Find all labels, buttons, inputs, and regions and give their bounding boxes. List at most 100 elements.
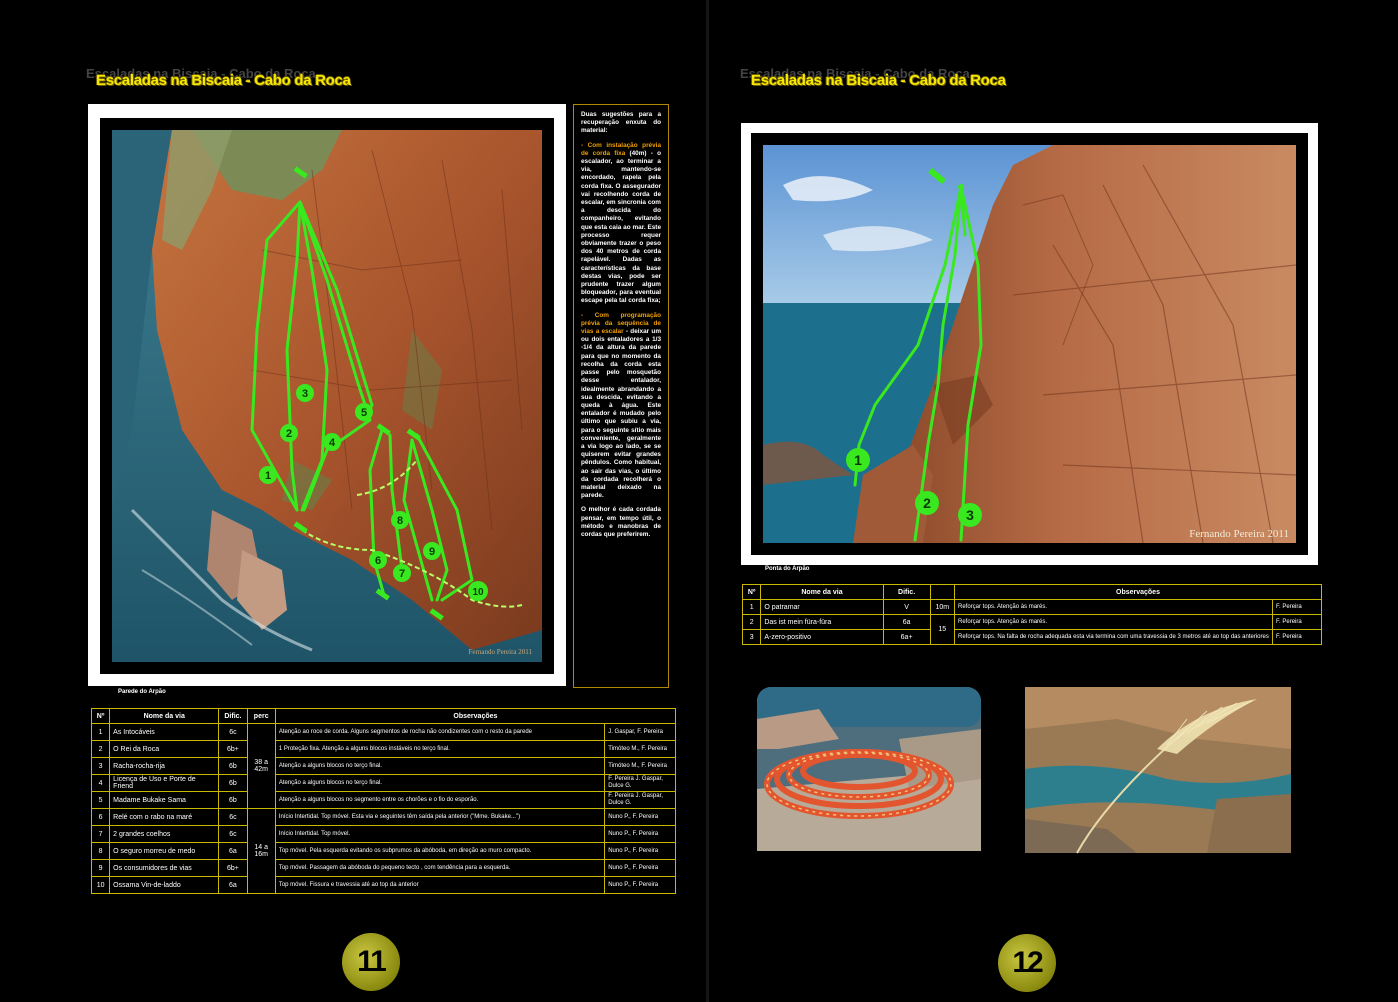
svg-text:2: 2 bbox=[286, 428, 292, 440]
route-authors: J. Gaspar, F. Pereira bbox=[604, 723, 676, 741]
sidebar-notes: Duas sugestões para a recuperação enxuta… bbox=[573, 104, 669, 688]
route-length: 14 a 16m bbox=[246, 808, 276, 894]
route-observations: Top móvel. Passagem da abóboda do pequen… bbox=[274, 859, 606, 877]
route-number: 1 bbox=[741, 599, 762, 615]
route-observations: 1 Proteção fixa. Atenção a alguns blocos… bbox=[274, 740, 606, 758]
route-number: 9 bbox=[90, 859, 111, 877]
route-grade: 6b bbox=[218, 774, 248, 792]
route-observations: Atenção a alguns blocos no terço final. bbox=[274, 774, 606, 792]
route-number: 3 bbox=[741, 629, 762, 645]
table-row: 2O Rei da Roca 6b+ 1 Proteção fixa. Atençã… bbox=[90, 740, 676, 758]
route-marker-3: 3 bbox=[296, 384, 314, 402]
route-marker-2: 2 bbox=[915, 491, 939, 515]
col-header-name: Nome da via bbox=[760, 584, 884, 600]
table-row: 4 Licença de Uso e Porte de Friend 6b Atenç… bbox=[90, 774, 676, 792]
route-number: 1 bbox=[90, 723, 111, 741]
route-grade: 6a bbox=[218, 876, 248, 894]
wall-illustration: 1 2 3 4 5 6 7 8 9 10 Fernando Pereira 20… bbox=[112, 130, 542, 662]
col-header-number: Nº bbox=[741, 584, 762, 600]
route-grade: 6a bbox=[882, 614, 931, 630]
route-name: Relé com o rabo na maré bbox=[109, 808, 220, 826]
table-row: 1 As Intocáveis 6c 38 a 42m Atenção ao roce … bbox=[90, 723, 676, 809]
route-authors: Timóteo M., F. Pereira bbox=[604, 740, 676, 758]
table-row: 9 Os consumidores de vias 6b+ Top móvel. Pa… bbox=[90, 859, 676, 877]
route-authors: Nuno P., F. Pereira bbox=[604, 842, 676, 860]
route-marker-5: 5 bbox=[355, 403, 373, 421]
route-observations: Reforçar tops. Atenção às marés. bbox=[953, 599, 1274, 615]
route-number: 8 bbox=[90, 842, 111, 860]
route-authors: Nuno P., F. Pereira bbox=[604, 859, 676, 877]
route-authors: Nuno P., F. Pereira bbox=[604, 808, 676, 826]
route-length: 15 bbox=[929, 614, 956, 645]
route-number: 10 bbox=[90, 876, 111, 894]
svg-text:7: 7 bbox=[399, 568, 405, 580]
route-grade: 6b bbox=[218, 757, 248, 775]
wall-photo-ponta-arpao: 1 2 3 Fernando Pereira 2011 bbox=[763, 145, 1296, 543]
route-name: As Intocáveis bbox=[109, 723, 220, 741]
svg-text:2: 2 bbox=[923, 495, 931, 511]
route-length: 38 a 42m bbox=[246, 723, 276, 809]
route-authors: Nuno P., F. Pereira bbox=[604, 876, 676, 894]
photo-watermark: Fernando Pereira 2011 bbox=[1189, 528, 1289, 540]
route-number: 4 bbox=[90, 774, 111, 792]
route-authors: F. Pereira bbox=[1272, 629, 1322, 645]
wall-illustration: 1 2 3 Fernando Pereira 2011 bbox=[763, 145, 1296, 543]
table-header-row: Nº Nome da via Dific. perc Observações bbox=[90, 708, 677, 724]
table-row: 10 Ossama Vin-de-laddo 6a Top móvel. Fissur… bbox=[90, 876, 676, 894]
sidebar-paragraph-2: - Com programação prévia da sequência de… bbox=[581, 311, 662, 500]
route-number: 2 bbox=[741, 614, 762, 630]
table-row: 6 Relé com o rabo na maré 6c 14 a 16m Início… bbox=[90, 808, 676, 894]
table-header-row: Nº Nome da via Dific. Observações bbox=[741, 584, 1322, 600]
route-marker-8: 8 bbox=[391, 511, 409, 529]
page-number-badge: 12 bbox=[998, 934, 1056, 992]
svg-text:9: 9 bbox=[429, 546, 435, 558]
route-observations: Atenção a alguns blocos no terço final. bbox=[274, 757, 606, 775]
route-name: Das ist mein füra-füra bbox=[760, 614, 884, 630]
route-name: O Rei da Roca bbox=[109, 740, 220, 758]
route-number: 7 bbox=[90, 825, 111, 843]
route-grade: V bbox=[882, 599, 931, 615]
col-header-observations: Observações bbox=[274, 708, 677, 724]
col-header-grade: Dific. bbox=[218, 708, 248, 724]
col-header-name: Nome da via bbox=[109, 708, 220, 724]
route-authors: F. Pereira J. Gaspar, Dulce G. bbox=[604, 791, 676, 809]
svg-text:6: 6 bbox=[375, 555, 381, 567]
route-name: Ossama Vin-de-laddo bbox=[109, 876, 220, 894]
rope-coil-illustration bbox=[749, 679, 989, 859]
route-observations: Início Intertidal. Top móvel. Esta via e… bbox=[274, 808, 606, 826]
grass-stem-illustration bbox=[1017, 679, 1299, 861]
rope-coil-photo bbox=[749, 679, 989, 859]
route-name: O patramar bbox=[760, 599, 884, 615]
route-marker-1: 1 bbox=[259, 466, 277, 484]
wall-photo-parede-arpao: 1 2 3 4 5 6 7 8 9 10 Fernando Pereira 20… bbox=[112, 130, 542, 662]
route-name: Os consumidores de vias bbox=[109, 859, 220, 877]
route-name: Licença de Uso e Porte de Friend bbox=[109, 774, 220, 792]
route-marker-3: 3 bbox=[958, 503, 982, 527]
col-header-length: perc bbox=[246, 708, 276, 724]
route-observations: Atenção ao roce de corda. Alguns segment… bbox=[274, 723, 606, 741]
svg-text:1: 1 bbox=[854, 452, 862, 468]
col-header-grade: Dific. bbox=[882, 584, 931, 600]
route-number: 6 bbox=[90, 808, 111, 826]
route-marker-10: 10 bbox=[468, 581, 488, 601]
route-marker-2: 2 bbox=[280, 424, 298, 442]
header-title: Escaladas na Biscaia - Cabo da Roca bbox=[751, 72, 1006, 89]
route-grade: 6c bbox=[218, 825, 248, 843]
route-name: A-zero-positivo bbox=[760, 629, 884, 645]
route-observations: Reforçar tops. Na falta de rocha adequad… bbox=[953, 629, 1274, 645]
routes-table-left: Nº Nome da via Dific. perc Observações 1… bbox=[90, 708, 677, 894]
route-grade: 6b+ bbox=[218, 859, 248, 877]
route-authors: F. Pereira J. Gaspar, Dulce G. bbox=[604, 774, 676, 792]
route-grade: 6b bbox=[218, 791, 248, 809]
route-grade: 6c bbox=[218, 723, 248, 741]
route-observations: Reforçar tops. Atenção às marés. bbox=[953, 614, 1274, 630]
route-name: 2 grandes coelhos bbox=[109, 825, 220, 843]
photo-caption: Ponta do Arpão bbox=[765, 566, 810, 572]
route-authors: Nuno P., F. Pereira bbox=[604, 825, 676, 843]
route-authors: Timóteo M., F. Pereira bbox=[604, 757, 676, 775]
page-12: Escaladas na Biscaia - Cabo da Roca Esca… bbox=[709, 0, 1398, 1002]
header-title: Escaladas na Biscaia - Cabo da Roca bbox=[96, 72, 351, 89]
route-name: O seguro morreu de medo bbox=[109, 842, 220, 860]
route-marker-9: 9 bbox=[423, 542, 441, 560]
table-row: 3 A-zero-positivo 6a+ Reforçar tops. Na fal… bbox=[741, 629, 1322, 645]
